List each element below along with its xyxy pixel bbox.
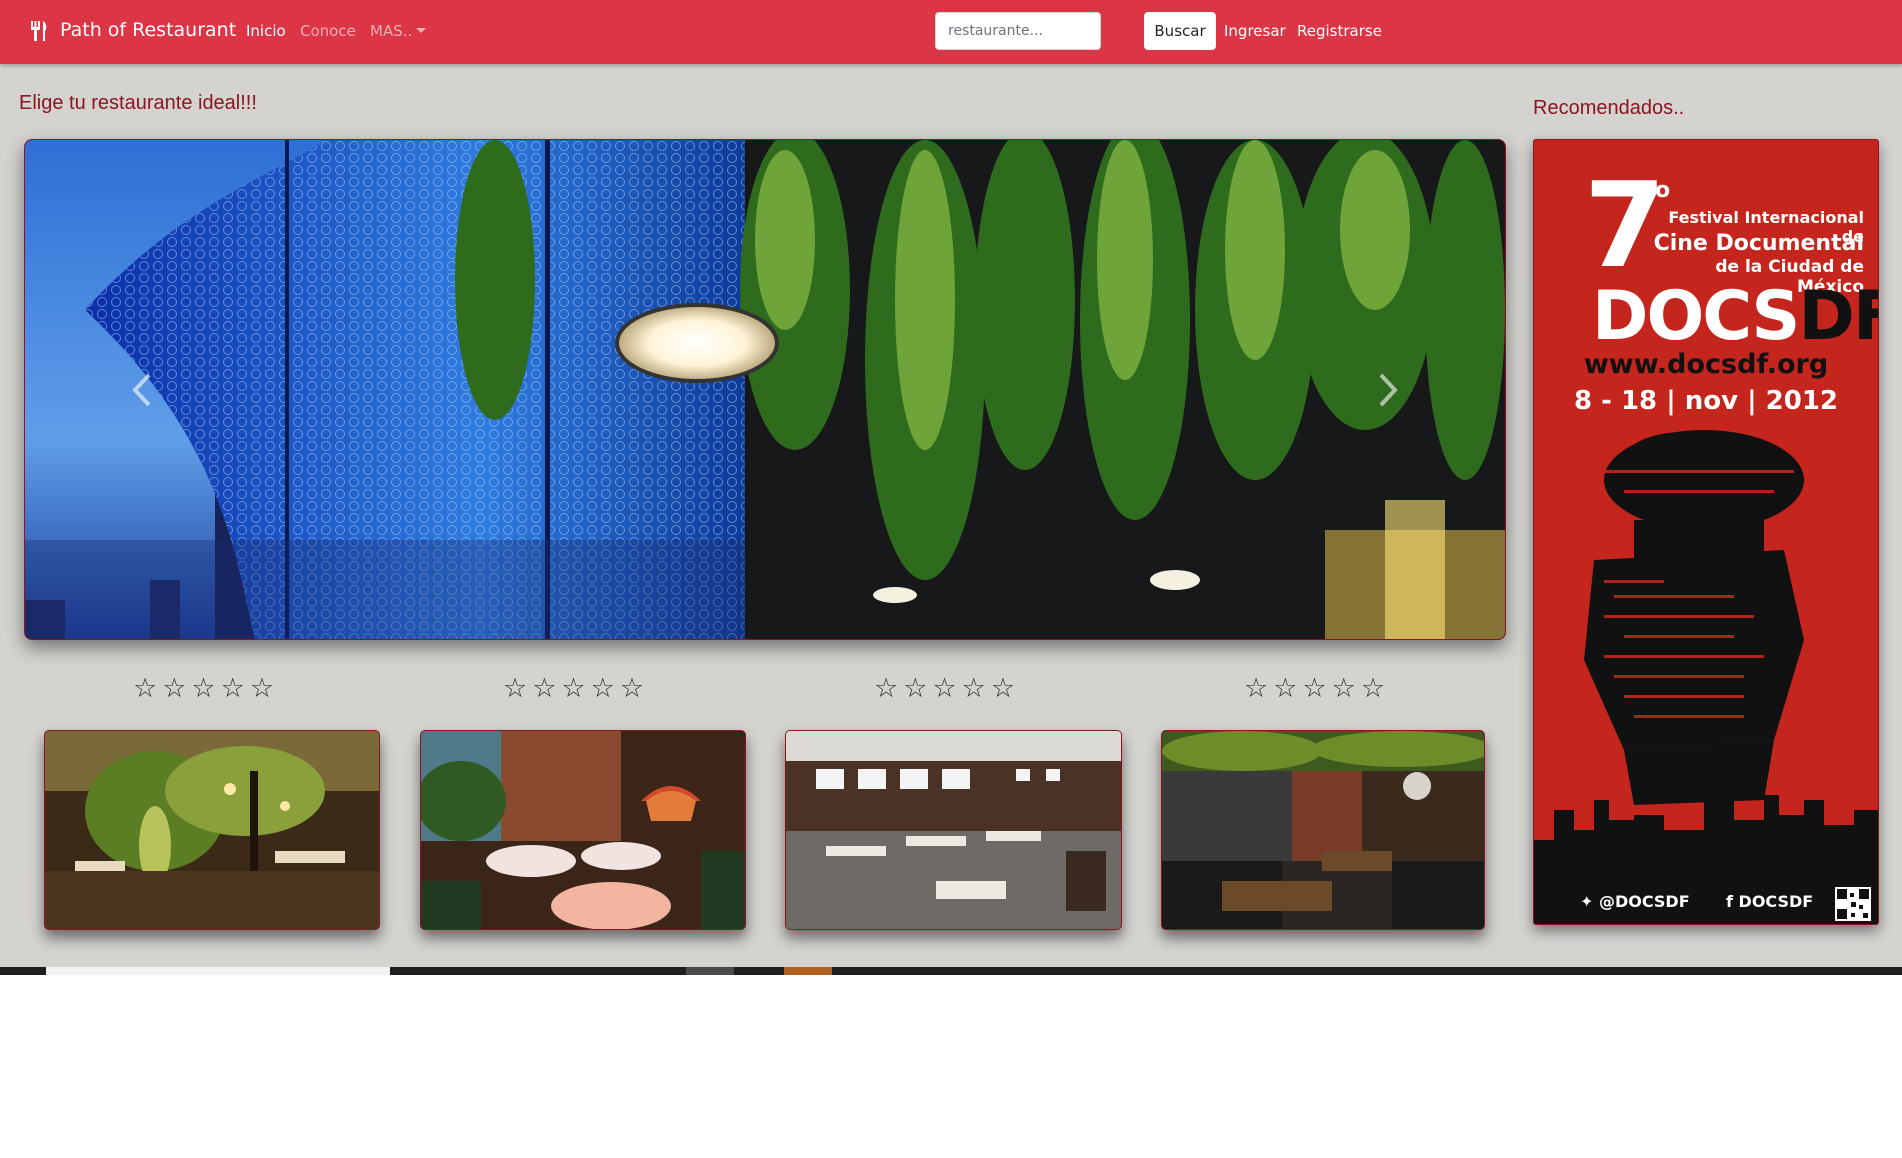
bottom-strip	[0, 967, 1902, 975]
nav-dropdown-mas-label: MAS..	[370, 22, 413, 40]
ad-line-2: Cine Documental	[1653, 231, 1864, 256]
restaurant-image-4	[1162, 731, 1484, 929]
carousel-image	[25, 140, 1505, 639]
star-rating-2[interactable]: ☆☆☆☆☆	[503, 673, 649, 704]
star-rating-1[interactable]: ☆☆☆☆☆	[133, 673, 279, 704]
star-rating-3[interactable]: ☆☆☆☆☆	[874, 673, 1020, 704]
ad-facebook: f DOCSDF	[1726, 892, 1813, 911]
ad-logo-docs: DOCS	[1592, 277, 1800, 356]
nav-link-registrarse[interactable]: Registrarse	[1297, 22, 1382, 40]
strip-segment-gray	[686, 967, 734, 975]
navbar: Path of Restaurant Inicio Conoce MAS.. B…	[0, 0, 1902, 64]
festival-ad-banner[interactable]: 7 o Festival Internacional de Cine Docum…	[1533, 139, 1879, 925]
restaurant-card-4[interactable]	[1161, 730, 1485, 930]
ad-twitter-handle: @DOCSDF	[1598, 892, 1690, 911]
ad-logo-df: DF	[1798, 277, 1878, 356]
caret-down-icon	[416, 28, 427, 33]
strip-segment-light	[46, 967, 390, 975]
search-button[interactable]: Buscar	[1144, 12, 1216, 50]
strip-segment-orange	[784, 967, 832, 975]
nav-link-ingresar[interactable]: Ingresar	[1224, 22, 1286, 40]
facebook-icon: f	[1726, 892, 1733, 911]
restaurant-card-3[interactable]	[785, 730, 1122, 930]
ad-edition-suffix: o	[1655, 178, 1671, 203]
featured-carousel[interactable]	[24, 139, 1506, 640]
twitter-icon: ✦	[1580, 892, 1594, 911]
page-heading: Elige tu restaurante ideal!!!	[19, 92, 257, 114]
nav-dropdown-mas[interactable]: MAS..	[370, 22, 427, 40]
ad-dates: 8 - 18 | nov | 2012	[1573, 386, 1839, 416]
restaurant-image-2	[421, 731, 745, 929]
restaurant-card-2[interactable]	[420, 730, 746, 930]
restaurant-card-1[interactable]	[44, 730, 380, 930]
restaurant-image-1	[45, 731, 379, 929]
nav-link-conoce[interactable]: Conoce	[300, 22, 356, 40]
chevron-left-icon[interactable]	[123, 365, 163, 415]
ad-twitter: ✦ @DOCSDF	[1580, 892, 1690, 911]
ad-silhouette-art	[1534, 430, 1878, 884]
ad-url: www.docsdf.org	[1583, 349, 1829, 380]
utensils-icon	[31, 21, 47, 41]
star-rating-4[interactable]: ☆☆☆☆☆	[1244, 673, 1390, 704]
chevron-right-icon[interactable]	[1367, 365, 1407, 415]
restaurant-image-3	[786, 731, 1121, 929]
brand-name[interactable]: Path of Restaurant	[60, 19, 236, 41]
search-input[interactable]	[935, 12, 1101, 50]
nav-link-inicio[interactable]: Inicio	[246, 22, 286, 40]
ad-logo: DOCSDF	[1592, 283, 1878, 351]
qr-code-icon	[1835, 887, 1871, 921]
ad-facebook-handle: DOCSDF	[1738, 892, 1814, 911]
ad-footer: ✦ @DOCSDF f DOCSDF	[1534, 883, 1878, 924]
sidebar-heading: Recomendados..	[1533, 97, 1685, 119]
